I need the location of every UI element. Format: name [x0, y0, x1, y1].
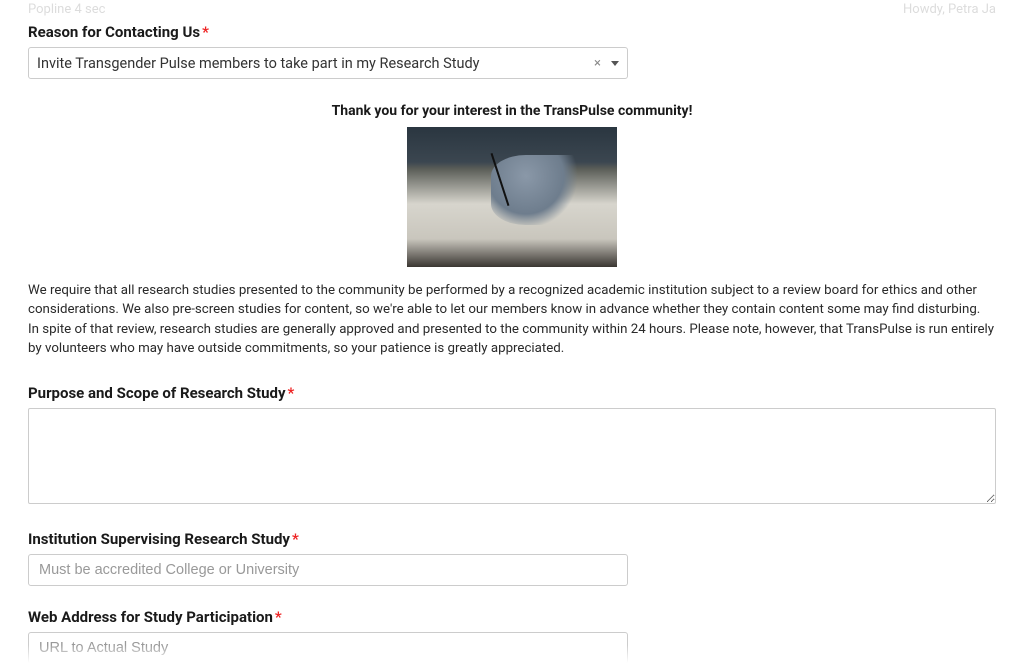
intro-body-text: We require that all research studies pre… — [28, 281, 996, 358]
thank-you-heading: Thank you for your interest in the Trans… — [28, 103, 996, 119]
hero-image-wrap — [28, 127, 996, 267]
purpose-group: Purpose and Scope of Research Study* — [28, 384, 996, 508]
hero-image — [407, 127, 617, 267]
clear-icon[interactable]: × — [588, 56, 607, 71]
chevron-down-icon[interactable] — [611, 61, 619, 66]
institution-input[interactable] — [28, 554, 628, 586]
reason-group: Reason for Contacting Us* Invite Transge… — [28, 23, 996, 79]
reason-select[interactable]: Invite Transgender Pulse members to take… — [28, 47, 628, 79]
weburl-group: Web Address for Study Participation* — [28, 608, 996, 664]
topbar-right-greeting: Howdy, Petra Ja — [903, 2, 996, 17]
weburl-label: Web Address for Study Participation* — [28, 608, 996, 626]
topbar-left-text: Popline 4 sec — [28, 2, 105, 17]
weburl-input[interactable] — [28, 632, 628, 664]
intro-para-1: We require that all research studies pre… — [28, 281, 996, 320]
reason-select-value: Invite Transgender Pulse members to take… — [37, 55, 588, 72]
institution-group: Institution Supervising Research Study* — [28, 530, 996, 586]
intro-para-2: In spite of that review, research studie… — [28, 320, 996, 359]
purpose-label: Purpose and Scope of Research Study* — [28, 384, 996, 402]
reason-label: Reason for Contacting Us* — [28, 23, 996, 41]
purpose-textarea[interactable] — [28, 408, 996, 504]
institution-label: Institution Supervising Research Study* — [28, 530, 996, 548]
